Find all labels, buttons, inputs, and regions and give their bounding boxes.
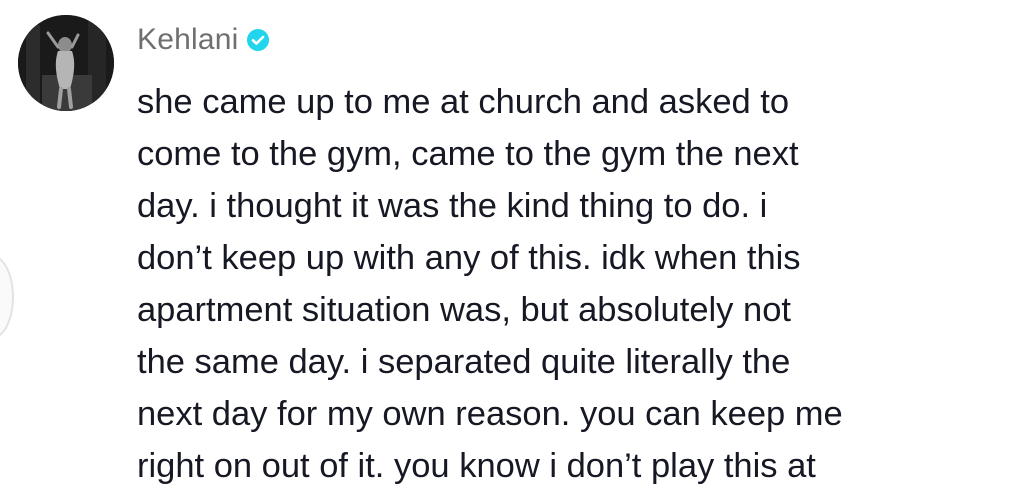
comment-text-line: don’t keep up with any of this. idk when… bbox=[137, 239, 801, 277]
comment-text-line: day. i thought it was the kind thing to … bbox=[137, 187, 768, 225]
scroll-edge bbox=[0, 255, 14, 339]
username[interactable]: Kehlani bbox=[137, 23, 238, 57]
comment-header: Kehlani bbox=[137, 20, 270, 60]
comment-text: she came up to me at church and asked to… bbox=[137, 76, 1009, 492]
verified-badge-icon bbox=[246, 28, 270, 52]
profile-photo-icon bbox=[18, 15, 114, 111]
comment-item: Kehlani she came up to me at church and … bbox=[0, 0, 1014, 500]
comment-text-line: come to the gym, came to the gym the nex… bbox=[137, 135, 799, 173]
comment-text-line: she came up to me at church and asked to bbox=[137, 83, 790, 121]
comment-text-line: right on out of it. you know i don’t pla… bbox=[137, 447, 816, 485]
avatar[interactable] bbox=[18, 15, 114, 111]
comment-text-line: the same day. i separated quite literall… bbox=[137, 343, 791, 381]
comment-text-line: apartment situation was, but absolutely … bbox=[137, 291, 791, 329]
comment-text-line: next day for my own reason. you can keep… bbox=[137, 395, 843, 433]
